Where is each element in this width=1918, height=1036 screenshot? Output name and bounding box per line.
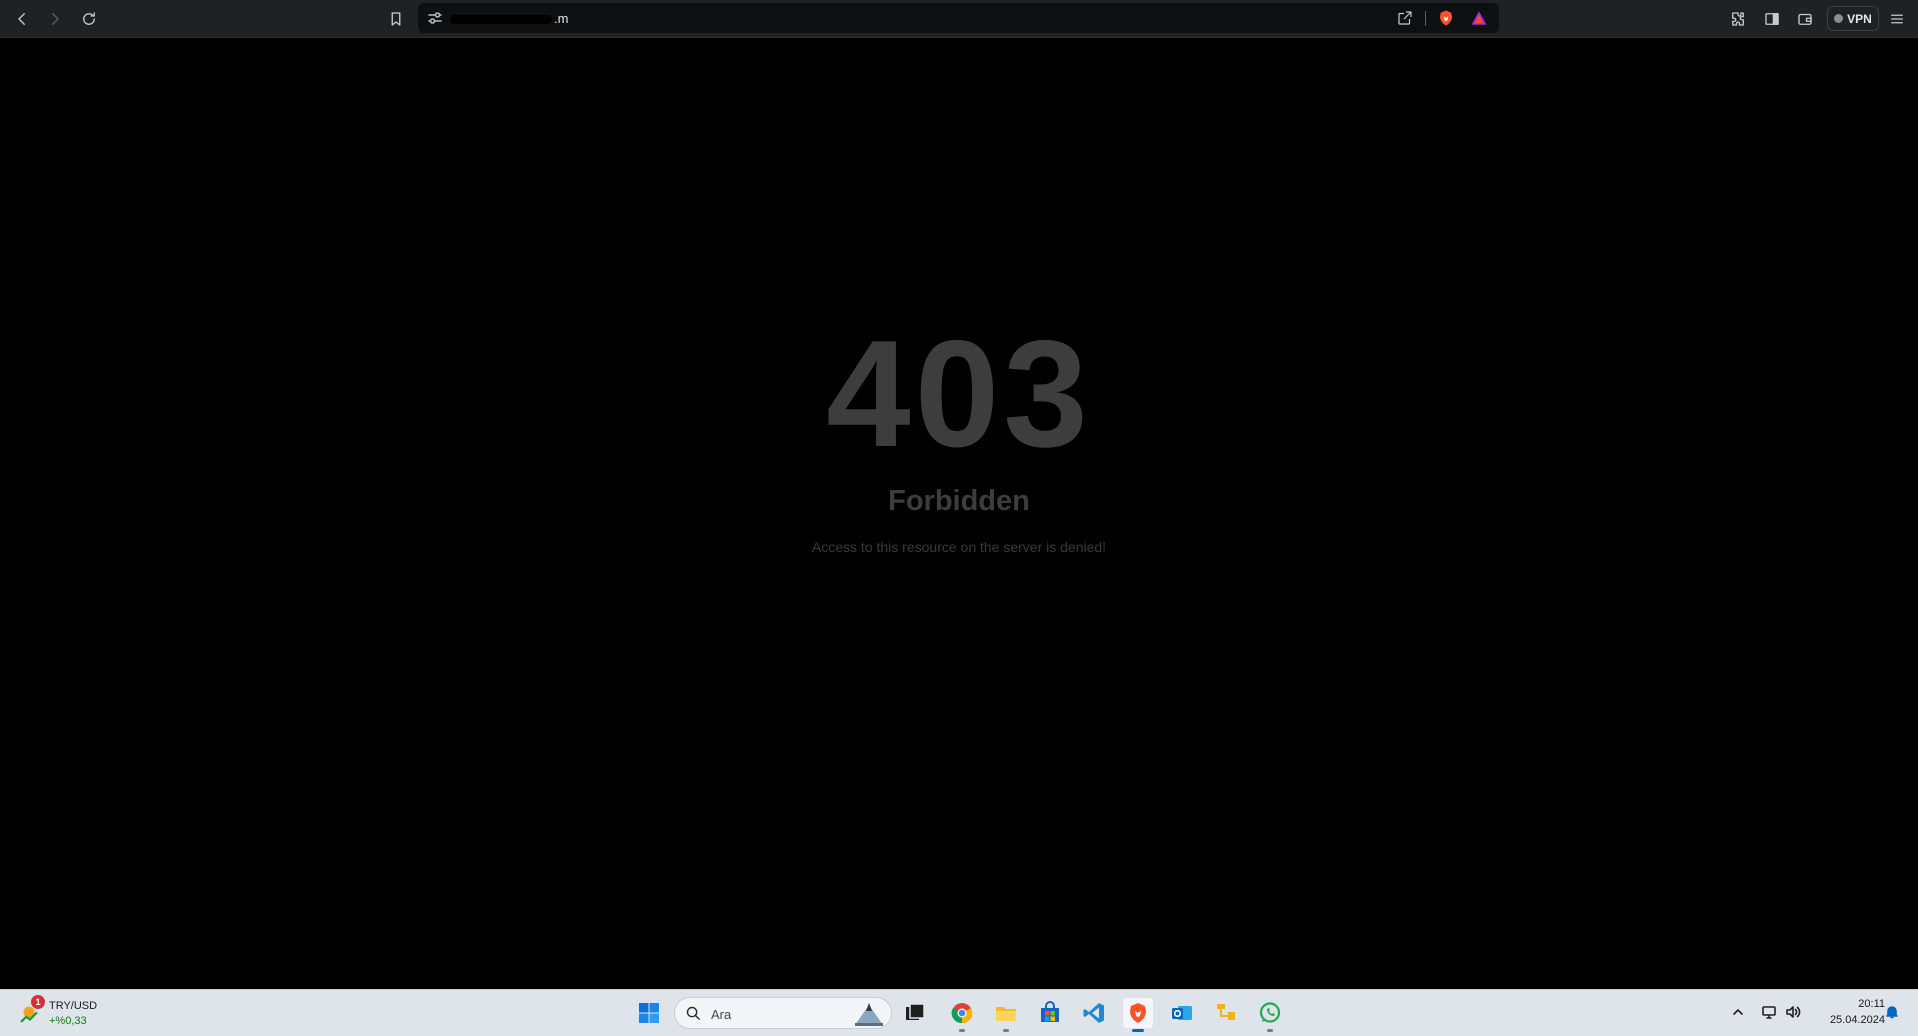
extensions-button[interactable] <box>1725 6 1751 32</box>
address-bar-divider <box>1425 11 1426 26</box>
taskbar-search[interactable] <box>674 997 892 1029</box>
whatsapp-icon <box>1259 1002 1281 1023</box>
arrow-left-icon <box>18 13 25 25</box>
branch-tool-icon <box>1217 1004 1235 1020</box>
error-message: Access to this resource on the server is… <box>811 539 1107 555</box>
page-content: 403 Forbidden Access to this resource on… <box>0 38 1918 989</box>
chevron-up-icon <box>1733 1009 1743 1015</box>
reload-icon <box>83 12 95 25</box>
arrow-right-icon <box>52 13 59 25</box>
network-icon <box>1762 1006 1776 1019</box>
windows-logo-icon <box>639 1003 659 1023</box>
notifications-button[interactable] <box>1880 1000 1904 1024</box>
clock-time: 20:11 <box>1858 998 1885 1010</box>
folder-icon <box>996 1007 1016 1021</box>
browser-toolbar: .m VPN <box>0 0 1918 38</box>
sidebar-button[interactable] <box>1759 6 1785 32</box>
wallet-icon <box>1798 13 1812 25</box>
network-button[interactable] <box>1757 1000 1781 1024</box>
wallet-button[interactable] <box>1792 6 1818 32</box>
whatsapp-taskbar-button[interactable] <box>1255 998 1285 1032</box>
error-code: 403 <box>826 309 1092 479</box>
volume-button[interactable] <box>1781 1000 1805 1024</box>
task-view-icon <box>906 1003 925 1020</box>
search-input[interactable] <box>711 1006 811 1022</box>
redacted-url-part <box>450 15 552 25</box>
outlook-taskbar-button[interactable] <box>1167 998 1197 1028</box>
clock[interactable]: 20:11 25.04.2024 <box>1805 996 1885 1032</box>
file-explorer-taskbar-button[interactable] <box>991 998 1021 1032</box>
error-title: Forbidden <box>888 485 1030 517</box>
store-icon <box>1041 1001 1059 1022</box>
bookmark-button[interactable] <box>383 6 409 32</box>
vscode-icon <box>1083 1003 1104 1023</box>
clock-date: 25.04.2024 <box>1829 1014 1885 1026</box>
show-hidden-icons-button[interactable] <box>1726 1000 1750 1024</box>
share-icon[interactable] <box>1396 9 1414 27</box>
main-menu-button[interactable] <box>1884 6 1910 32</box>
chrome-taskbar-button[interactable] <box>947 998 977 1032</box>
widgets-button[interactable]: 1 TRY/USD +%0,33 <box>14 995 114 1031</box>
address-bar[interactable]: .m <box>418 3 1499 33</box>
notification-badge: 1 <box>31 995 45 1009</box>
search-highlight-art-icon <box>855 1003 883 1026</box>
widget-change: +%0,33 <box>49 1015 87 1027</box>
search-icon <box>685 1005 702 1022</box>
reload-button[interactable] <box>76 6 102 32</box>
brave-shields-icon[interactable] <box>1437 9 1455 27</box>
vpn-button[interactable]: VPN <box>1827 6 1879 31</box>
url-suffix: .m <box>554 11 569 26</box>
hamburger-menu-icon <box>1891 14 1903 24</box>
bookmark-icon <box>391 12 401 26</box>
start-button[interactable] <box>634 998 664 1028</box>
back-button[interactable] <box>9 6 35 32</box>
taskbar: 1 TRY/USD +%0,33 Ara 20:11 25.04.2024 <box>0 989 1918 1036</box>
microsoft-store-taskbar-button[interactable] <box>1035 998 1065 1028</box>
widget-title: TRY/USD <box>49 1000 98 1012</box>
site-settings-icon[interactable] <box>427 10 443 26</box>
task-view-button[interactable] <box>900 998 930 1028</box>
brave-icon <box>1130 1003 1146 1023</box>
bell-icon <box>1886 1006 1898 1019</box>
url-text[interactable]: .m <box>450 11 568 26</box>
forward-button[interactable] <box>42 6 68 32</box>
sidebar-icon <box>1765 13 1779 25</box>
outlook-icon <box>1172 1006 1192 1020</box>
git-tool-taskbar-button[interactable] <box>1211 998 1241 1028</box>
speaker-icon <box>1786 1006 1801 1018</box>
chrome-icon <box>951 1003 973 1024</box>
vscode-taskbar-button[interactable] <box>1079 998 1109 1028</box>
vpn-label: VPN <box>1847 11 1872 26</box>
puzzle-icon <box>1732 12 1744 26</box>
vpn-status-icon <box>1834 14 1844 23</box>
brave-rewards-icon[interactable] <box>1470 9 1488 27</box>
brave-taskbar-button[interactable] <box>1123 998 1153 1032</box>
